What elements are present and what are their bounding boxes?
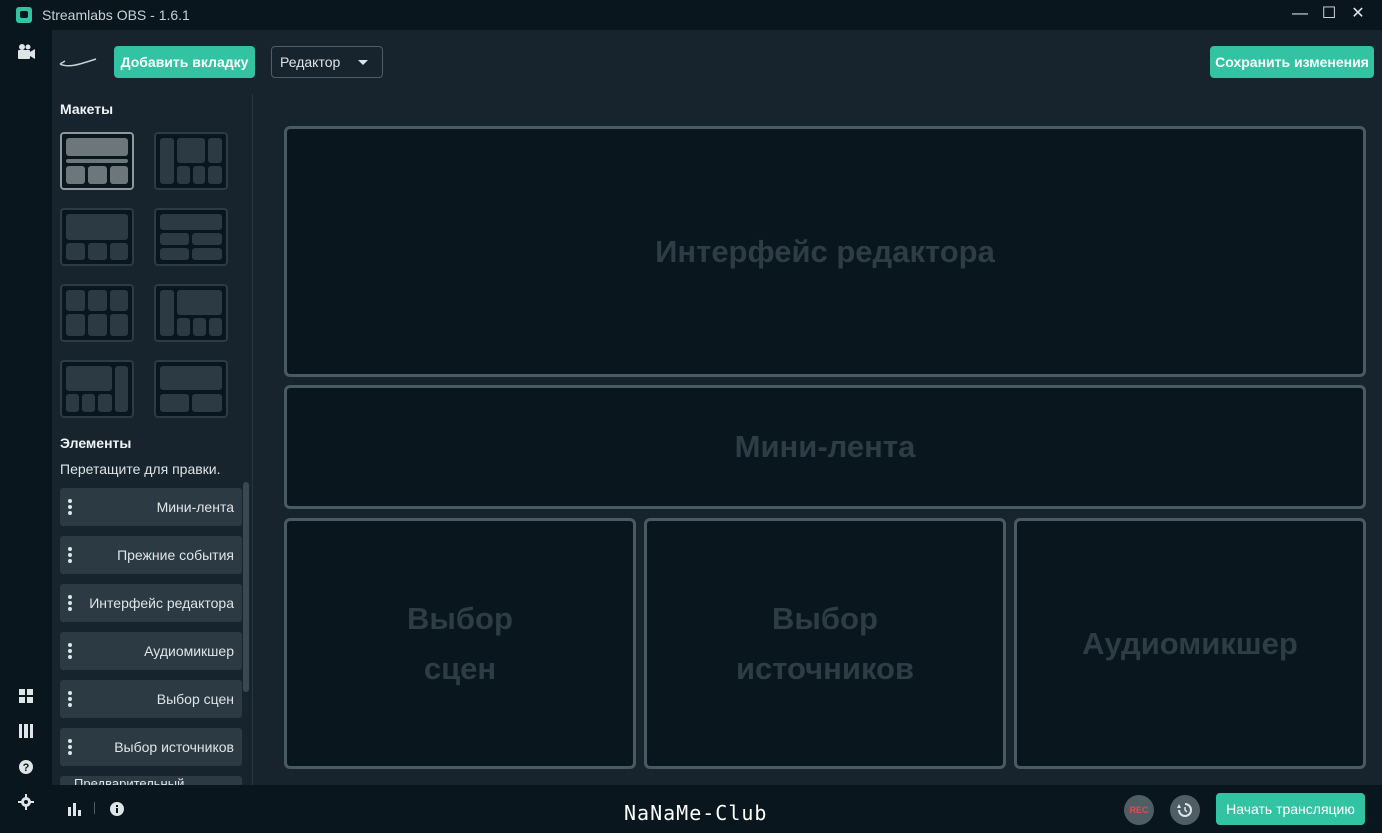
add-tab-button[interactable]: Добавить вкладку: [114, 46, 255, 78]
layout-editor: Интерфейс редактора Мини-лента Выбор сце…: [253, 94, 1382, 785]
window-title: Streamlabs OBS - 1.6.1: [42, 7, 190, 23]
watermark-text: NaNaMe-Club: [624, 801, 768, 825]
drag-handle-icon[interactable]: [68, 499, 72, 515]
minifeed-panel[interactable]: Мини-лента: [284, 385, 1366, 509]
layout-option-2[interactable]: [154, 132, 228, 190]
element-item[interactable]: Интерфейс редактора: [60, 584, 242, 622]
bar-chart-icon[interactable]: [67, 801, 83, 820]
element-item[interactable]: Мини-лента: [60, 488, 242, 526]
element-item-label: Предварительный: [74, 776, 185, 785]
panel-label: Интерфейс редактора: [655, 233, 995, 269]
panel-label: сцен: [423, 650, 497, 686]
element-item[interactable]: Прежние события: [60, 536, 242, 574]
camera-icon[interactable]: [16, 42, 36, 62]
element-item[interactable]: Аудиомикшер: [60, 632, 242, 670]
panel-label: Выбор: [772, 600, 878, 636]
panel-label: Выбор: [407, 600, 513, 636]
left-nav: ?: [0, 30, 52, 833]
editor-panel[interactable]: Интерфейс редактора: [284, 126, 1366, 377]
panel-label: Мини-лента: [734, 429, 916, 464]
sources-panel[interactable]: Выбор источников: [644, 518, 1006, 769]
elements-hint: Перетащите для правки.: [60, 461, 221, 477]
close-button[interactable]: ✕: [1341, 0, 1375, 30]
element-item-label: Интерфейс редактора: [89, 595, 234, 611]
layout-option-3[interactable]: [60, 208, 134, 266]
editor-toolbar: Добавить вкладку Редактор Сохранить изме…: [52, 30, 1382, 94]
layout-sidebar: Макеты Элементы Перетащите для правки. М…: [52, 94, 253, 785]
panel-label: Аудиомикшер: [1082, 625, 1298, 661]
brand-squiggle-icon: [59, 58, 97, 67]
layout-option-6[interactable]: [154, 284, 228, 342]
go-live-button[interactable]: Начать трансляцию: [1216, 793, 1365, 825]
drag-handle-icon[interactable]: [68, 691, 72, 707]
scenes-panel[interactable]: Выбор сцен: [284, 518, 636, 769]
layout-option-1[interactable]: [60, 132, 134, 190]
sidebar-scrollbar[interactable]: [243, 482, 249, 692]
mode-dropdown[interactable]: Редактор: [271, 46, 383, 78]
drag-handle-icon[interactable]: [68, 595, 72, 611]
chevron-down-icon: [358, 60, 368, 65]
drag-handle-icon[interactable]: [68, 643, 72, 659]
replay-buffer-icon[interactable]: [1170, 795, 1200, 825]
title-bar: Streamlabs OBS - 1.6.1 — ☐ ✕: [0, 0, 1382, 30]
elements-heading: Элементы: [60, 435, 132, 451]
layout-option-5[interactable]: [60, 284, 134, 342]
drag-handle-icon[interactable]: [68, 547, 72, 563]
layout-option-4[interactable]: [154, 208, 228, 266]
footer-divider: [94, 802, 95, 814]
element-item-label: Мини-лента: [156, 499, 234, 515]
element-item[interactable]: Предварительный: [60, 776, 242, 785]
element-item-label: Выбор источников: [114, 739, 234, 755]
element-item-label: Прежние события: [117, 547, 234, 563]
element-item-label: Выбор сцен: [156, 691, 234, 707]
info-icon[interactable]: [109, 801, 125, 820]
layouts-heading: Макеты: [60, 101, 114, 117]
element-item[interactable]: Выбор сцен: [60, 680, 242, 718]
mode-dropdown-value: Редактор: [280, 54, 341, 70]
help-icon[interactable]: ?: [16, 759, 36, 779]
settings-icon[interactable]: [16, 794, 36, 814]
mixer-panel[interactable]: Аудиомикшер: [1014, 518, 1366, 769]
columns-icon[interactable]: [16, 723, 36, 743]
footer-bar: NaNaMe-Club REC Начать трансляцию: [52, 785, 1382, 833]
layout-option-8[interactable]: [154, 360, 228, 418]
element-item-label: Аудиомикшер: [144, 643, 234, 659]
streamlabs-logo-icon: [16, 7, 32, 23]
layout-option-7[interactable]: [60, 360, 134, 418]
save-changes-button[interactable]: Сохранить изменения: [1210, 46, 1374, 78]
element-item[interactable]: Выбор источников: [60, 728, 242, 766]
panel-label: источников: [735, 650, 915, 686]
drag-handle-icon[interactable]: [68, 739, 72, 755]
svg-text:?: ?: [23, 762, 30, 774]
record-button[interactable]: REC: [1124, 795, 1154, 825]
layout-grid-icon[interactable]: [16, 688, 36, 708]
